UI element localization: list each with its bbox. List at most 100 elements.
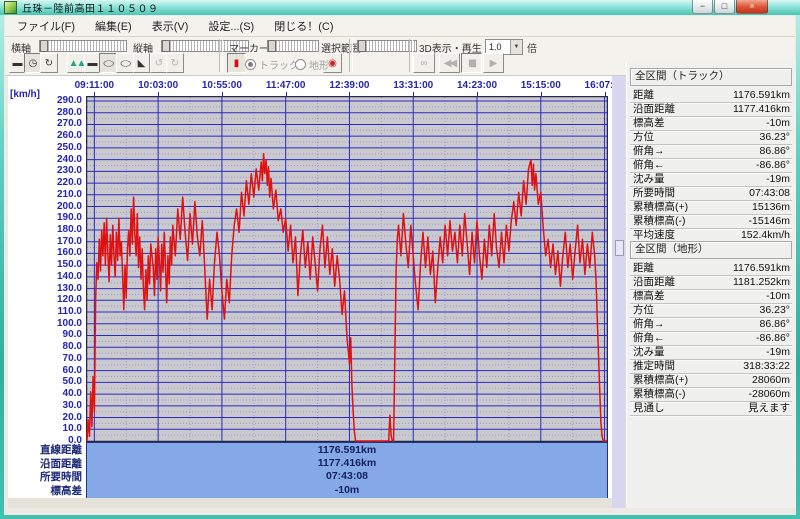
splitter-grip[interactable]	[615, 240, 624, 256]
slider-0[interactable]	[39, 40, 127, 52]
panel-row-value: -10m	[766, 117, 790, 129]
menu-item-0[interactable]: ファイル(F)	[9, 16, 83, 36]
panel-row-0-4: 俯角→ 86.86°	[630, 145, 792, 159]
y-tick-label-140: 140.0	[56, 270, 82, 282]
panel-row-1-6: 沈み量 -19m	[630, 346, 792, 360]
menu-item-3[interactable]: 設定...(S)	[200, 16, 262, 36]
panel-row-0-0: 距離 1176.591km	[630, 89, 792, 103]
slider-3[interactable]	[357, 40, 417, 52]
panel-row-1-5: 俯角← -86.86°	[630, 332, 792, 346]
summary-values-box: 1176.591km 1177.416km 07:43:08 -10m	[86, 442, 608, 500]
panel-row-0-1: 沿面距離 1177.416km	[630, 103, 792, 117]
summary-label-1: 沿面距離	[40, 457, 82, 470]
panel-row-label: 累積標高(+)	[633, 201, 689, 213]
marker-pin-icon[interactable]: ▮	[227, 53, 246, 73]
panel-row-value: -28060m	[748, 388, 790, 400]
slider-thumb-0[interactable]	[40, 40, 48, 52]
y-tick-label-160: 160.0	[56, 247, 82, 259]
chevron-down-icon[interactable]: ▼	[510, 40, 522, 54]
bottom-strip	[8, 498, 620, 508]
panel-row-label: 沿面距離	[633, 276, 675, 288]
panel-row-label: 方位	[633, 304, 654, 316]
playback-play-icon-glyph: ▶	[489, 57, 498, 69]
summary-value-0: 1176.591km	[317, 444, 377, 456]
panel-row-value: 86.86°	[759, 145, 790, 157]
y-tick-label-40: 40.0	[62, 388, 82, 400]
stats-panel: 全区間（トラック） 距離 1176.591km 沿面距離 1177.416km 標高差 -1…	[626, 62, 796, 508]
y-tick-label-150: 150.0	[56, 259, 82, 271]
panel-row-value: -86.86°	[756, 159, 790, 171]
panel-row-value: 07:43:08	[749, 187, 790, 199]
panel-row-0-9: 累積標高(-) -15146m	[630, 215, 792, 229]
chart-region[interactable]: [km/h] 09:11:00 10:03:00 10:55:00 11:47:00 1…	[8, 76, 625, 508]
radio-track-circle[interactable]	[245, 59, 256, 70]
speed-plot[interactable]	[85, 95, 609, 443]
panel-table-0: 距離 1176.591km 沿面距離 1177.416km 標高差 -10m 方位 36.23…	[630, 89, 792, 243]
panel-splitter[interactable]	[612, 76, 626, 508]
panel-row-label: 累積標高(+)	[633, 374, 689, 386]
slider-thumb-2[interactable]	[268, 40, 276, 52]
v-axis-slope-icon-glyph: ◣	[137, 57, 146, 69]
y-tick-label-190: 190.0	[56, 212, 82, 224]
y-tick-label-120: 120.0	[56, 294, 82, 306]
y-tick-label-280: 280.0	[56, 106, 82, 118]
panel-row-value: 86.86°	[759, 318, 790, 330]
close-button[interactable]: ×	[736, 0, 768, 14]
y-tick-label-130: 130.0	[56, 282, 82, 294]
v-axis-oval-select-icon-glyph: ◯	[119, 59, 132, 67]
panel-row-value: 1176.591km	[732, 89, 790, 101]
panel-row-label: 推定時間	[633, 360, 675, 372]
y-tick-label-200: 200.0	[56, 200, 82, 212]
panel-row-label: 標高差	[633, 290, 665, 302]
panel-row-value: 318:33:22	[743, 360, 790, 372]
panel-row-label: 俯角→	[633, 318, 665, 330]
rotate-cw-icon-glyph: ↻	[170, 57, 180, 69]
x-tick-label-7: 15:15:00	[520, 80, 561, 91]
y-tick-label-230: 230.0	[56, 165, 82, 177]
slider-2[interactable]	[267, 40, 319, 52]
panel-row-0-2: 標高差 -10m	[630, 117, 792, 131]
panel-row-label: 方位	[633, 131, 654, 143]
playback-unit-label: 倍	[527, 44, 537, 55]
minimize-button[interactable]: −	[692, 0, 713, 14]
menu-bar: ファイル(F) 編集(E) 表示(V) 設定...(S) 閉じる！(C)	[5, 16, 795, 37]
y-tick-label-70: 70.0	[62, 352, 82, 364]
x-tick-label-0: 09:11:00	[74, 80, 115, 91]
summary-label-3: 標高差	[50, 484, 83, 497]
radio-terrain-circle[interactable]	[295, 59, 306, 70]
maximize-button[interactable]: □	[714, 0, 735, 14]
panel-row-1-10: 見通し 見えます	[630, 402, 792, 416]
window-title: 丘珠－陸前高田１１０５０９	[22, 4, 159, 15]
panel-header-1: 全区間（地形）	[630, 241, 792, 259]
slider-thumb-3[interactable]	[358, 40, 366, 52]
speed-plot-svg[interactable]	[85, 95, 609, 443]
menu-item-2[interactable]: 表示(V)	[144, 16, 197, 36]
panel-row-1-3: 方位 36.23°	[630, 304, 792, 318]
menu-item-4[interactable]: 閉じる！(C)	[266, 16, 341, 36]
radio-terrain[interactable]: 地形	[295, 57, 329, 72]
title-bar[interactable]: 丘珠－陸前高田１１０５０９ − □ ×	[0, 0, 800, 15]
selection-range-icon-glyph: ◉	[328, 57, 337, 69]
summary-label-0: 直線距離	[40, 444, 82, 456]
playback-rewind-icon: ◀◀	[439, 53, 460, 73]
panel-row-0-8: 累積標高(+) 15136m	[630, 201, 792, 215]
panel-row-label: 累積標高(-)	[633, 388, 686, 400]
summary-value-2: 07:43:08	[325, 470, 369, 483]
h-axis-clock-reset-icon[interactable]: ↻	[40, 53, 58, 73]
y-tick-label-100: 100.0	[56, 317, 82, 329]
summary-value-3: -10m	[334, 483, 360, 496]
panel-row-0-7: 所要時間 07:43:08	[630, 187, 792, 201]
playback-pause-icon: ▮▮	[461, 53, 482, 73]
panel-row-label: 俯角←	[633, 159, 665, 171]
y-tick-label-170: 170.0	[56, 235, 82, 247]
menu-item-1[interactable]: 編集(E)	[87, 16, 140, 36]
rotate-ccw-icon-glyph: ↺	[154, 57, 164, 69]
panel-row-label: 距離	[633, 89, 654, 101]
panel-row-value: 1181.252km	[732, 276, 790, 288]
slider-thumb-1[interactable]	[162, 40, 170, 52]
v-axis-bar-icon-glyph: ▬	[87, 57, 98, 69]
v-axis-slope-icon[interactable]: ◣	[133, 53, 150, 73]
x-tick-label-5: 13:31:00	[393, 80, 434, 91]
panel-row-label: 所要時間	[633, 187, 675, 199]
radio-track[interactable]: トラック	[245, 57, 299, 72]
